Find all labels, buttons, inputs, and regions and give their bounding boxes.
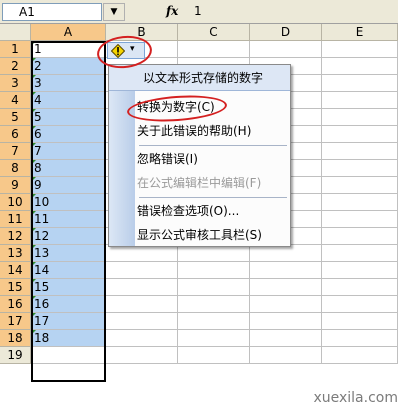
menu-item-show-auditing-toolbar[interactable]: 显示公式审核工具栏(S) bbox=[137, 224, 262, 246]
row-header[interactable]: 3 bbox=[0, 75, 31, 92]
menu-separator bbox=[139, 197, 287, 198]
grid-cell[interactable] bbox=[250, 330, 322, 347]
name-box[interactable]: A1 bbox=[2, 3, 102, 21]
row-header[interactable]: 7 bbox=[0, 143, 31, 160]
grid-cell[interactable] bbox=[322, 75, 398, 92]
grid-cell[interactable] bbox=[322, 109, 398, 126]
grid-cell[interactable] bbox=[322, 245, 398, 262]
row-header[interactable]: 17 bbox=[0, 313, 31, 330]
grid-cell[interactable] bbox=[322, 262, 398, 279]
select-all-corner[interactable] bbox=[0, 24, 31, 41]
grid-cell[interactable] bbox=[250, 347, 322, 364]
grid-cell[interactable] bbox=[250, 313, 322, 330]
formula-bar: A1 ▼ fx 1 bbox=[0, 0, 398, 24]
row-header[interactable]: 8 bbox=[0, 160, 31, 177]
selection-border bbox=[31, 41, 106, 382]
menu-separator bbox=[139, 145, 287, 146]
grid-cell[interactable] bbox=[178, 330, 250, 347]
grid-cell[interactable] bbox=[250, 296, 322, 313]
grid-cell[interactable] bbox=[322, 296, 398, 313]
menu-item-error-help[interactable]: 关于此错误的帮助(H) bbox=[137, 120, 251, 142]
column-header-d[interactable]: D bbox=[250, 24, 322, 41]
column-header-a[interactable]: A bbox=[31, 24, 106, 41]
grid-cell[interactable] bbox=[106, 296, 178, 313]
grid-cell[interactable] bbox=[322, 330, 398, 347]
row-header[interactable]: 6 bbox=[0, 126, 31, 143]
error-check-menu: 以文本形式存储的数字 转换为数字(C) 关于此错误的帮助(H) 忽略错误(I) … bbox=[108, 64, 291, 247]
grid-cell[interactable] bbox=[322, 211, 398, 228]
grid-cell[interactable] bbox=[106, 330, 178, 347]
grid-cell[interactable] bbox=[322, 313, 398, 330]
column-header-c[interactable]: C bbox=[178, 24, 250, 41]
menu-icon-strip bbox=[109, 65, 135, 246]
row-header[interactable]: 14 bbox=[0, 262, 31, 279]
grid-cell[interactable] bbox=[106, 262, 178, 279]
grid-cell[interactable] bbox=[106, 347, 178, 364]
grid-cell[interactable] bbox=[178, 313, 250, 330]
grid-cell[interactable] bbox=[106, 313, 178, 330]
formula-input[interactable]: 1 bbox=[194, 4, 394, 20]
grid-cell[interactable] bbox=[250, 279, 322, 296]
grid-cell[interactable] bbox=[250, 262, 322, 279]
name-box-dropdown-arrow-icon[interactable]: ▼ bbox=[103, 3, 125, 21]
grid-cell[interactable] bbox=[322, 347, 398, 364]
grid-cell[interactable] bbox=[322, 92, 398, 109]
column-header-e[interactable]: E bbox=[322, 24, 398, 41]
row-header[interactable]: 12 bbox=[0, 228, 31, 245]
row-header[interactable]: 19 bbox=[0, 347, 31, 364]
grid-cell[interactable] bbox=[322, 126, 398, 143]
grid-cell[interactable] bbox=[250, 41, 322, 58]
row-header[interactable]: 2 bbox=[0, 58, 31, 75]
grid-cell[interactable] bbox=[322, 160, 398, 177]
row-header[interactable]: 11 bbox=[0, 211, 31, 228]
row-header[interactable]: 4 bbox=[0, 92, 31, 109]
row-header[interactable]: 15 bbox=[0, 279, 31, 296]
grid-cell[interactable] bbox=[322, 58, 398, 75]
grid-cell[interactable] bbox=[178, 296, 250, 313]
grid-cell[interactable] bbox=[250, 245, 322, 262]
row-header[interactable]: 13 bbox=[0, 245, 31, 262]
menu-item-ignore-error[interactable]: 忽略错误(I) bbox=[137, 148, 198, 170]
row-header[interactable]: 10 bbox=[0, 194, 31, 211]
grid-cell[interactable] bbox=[178, 41, 250, 58]
fx-icon[interactable]: fx bbox=[166, 4, 190, 20]
grid-cell[interactable] bbox=[178, 262, 250, 279]
grid-cell[interactable] bbox=[322, 177, 398, 194]
row-header[interactable]: 16 bbox=[0, 296, 31, 313]
menu-item-error-check-options[interactable]: 错误检查选项(O)... bbox=[137, 200, 239, 222]
menu-header: 以文本形式存储的数字 bbox=[109, 65, 290, 91]
grid-cell[interactable] bbox=[178, 279, 250, 296]
watermark: xuexila.com bbox=[313, 390, 398, 406]
grid-cell[interactable] bbox=[106, 279, 178, 296]
grid-cell[interactable] bbox=[178, 245, 250, 262]
grid-cell[interactable] bbox=[178, 347, 250, 364]
grid-cell[interactable] bbox=[106, 245, 178, 262]
grid-cell[interactable] bbox=[322, 194, 398, 211]
menu-item-edit-in-formula-bar[interactable]: 在公式编辑栏中编辑(F) bbox=[137, 172, 261, 194]
grid-cell[interactable] bbox=[322, 143, 398, 160]
row-header[interactable]: 18 bbox=[0, 330, 31, 347]
row-header[interactable]: 9 bbox=[0, 177, 31, 194]
row-header[interactable]: 1 bbox=[0, 41, 31, 58]
grid-cell[interactable] bbox=[322, 279, 398, 296]
row-header[interactable]: 5 bbox=[0, 109, 31, 126]
grid-cell[interactable] bbox=[322, 228, 398, 245]
grid-cell[interactable] bbox=[322, 41, 398, 58]
